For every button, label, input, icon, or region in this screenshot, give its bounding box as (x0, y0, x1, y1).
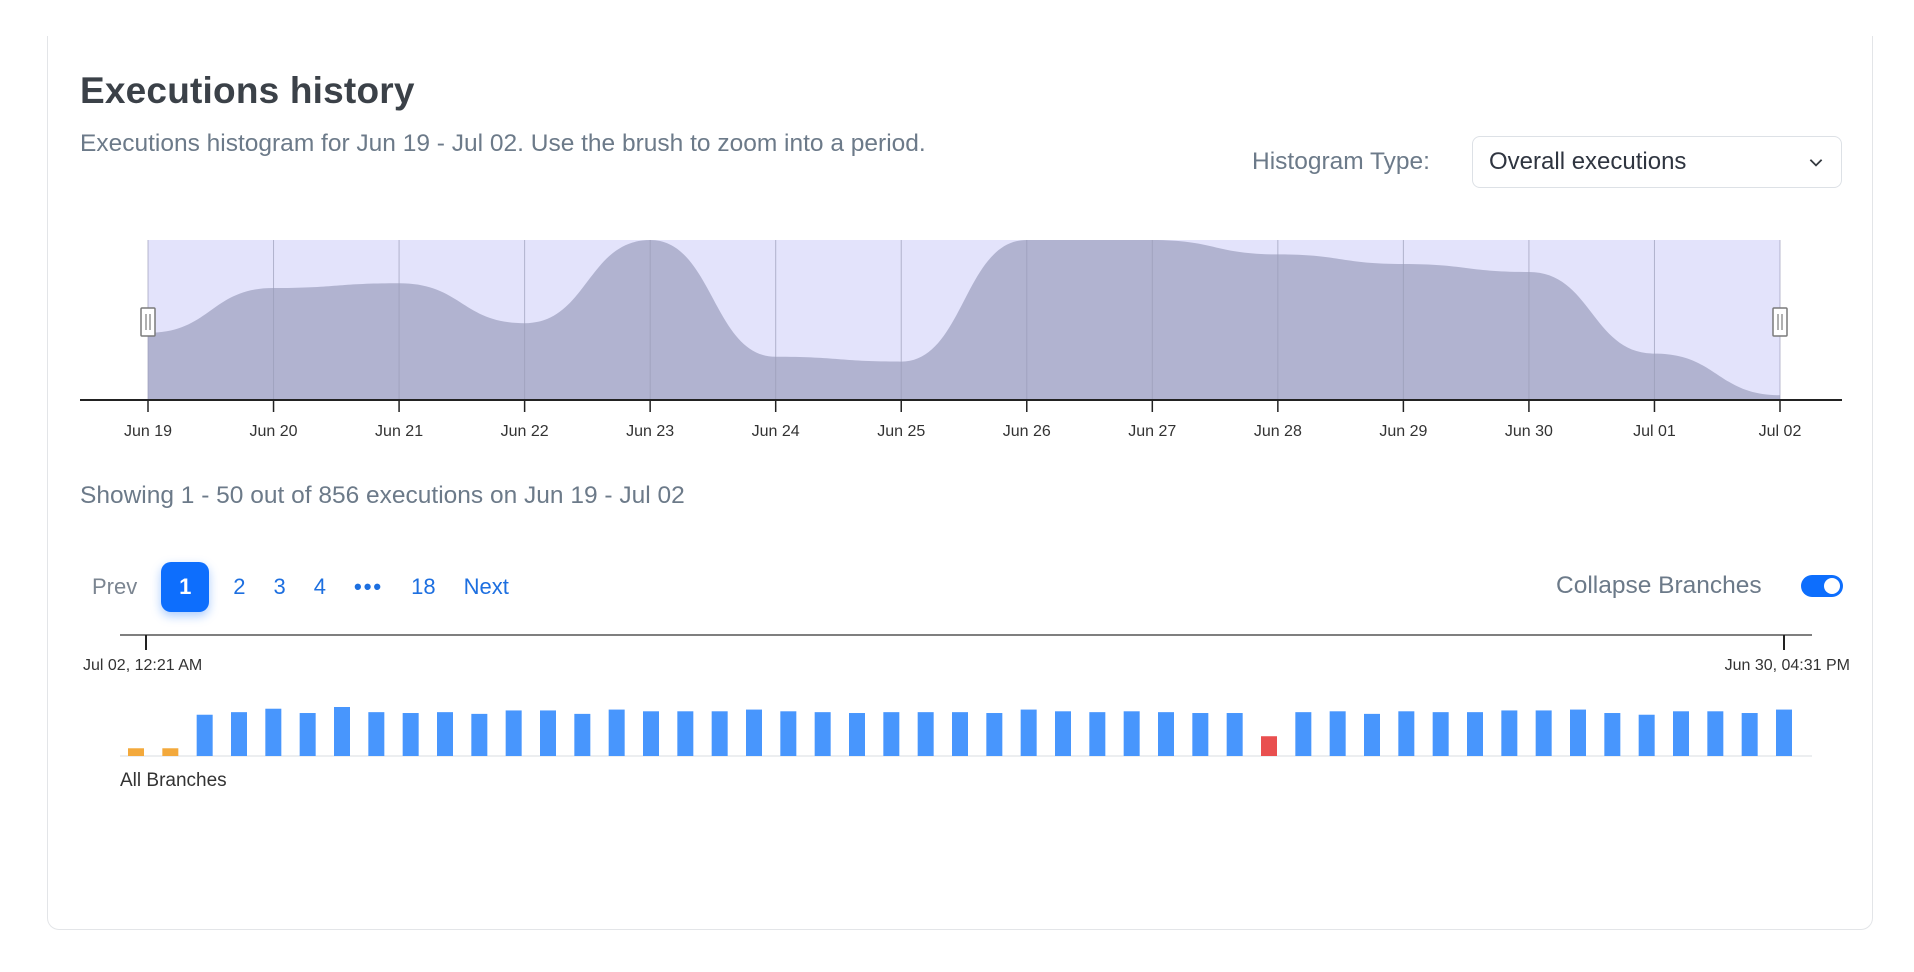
execution-bar[interactable] (1432, 712, 1449, 756)
showing-summary: Showing 1 - 50 out of 856 executions on … (80, 482, 685, 509)
brush-handle-right[interactable] (1772, 307, 1788, 337)
execution-bar[interactable] (917, 712, 934, 756)
execution-bar[interactable] (574, 713, 591, 756)
brush-handle-left[interactable] (140, 307, 156, 337)
timeline-end-label: Jun 30, 04:31 PM (1725, 657, 1850, 674)
execution-bar[interactable] (402, 713, 419, 756)
histogram-tick-label: Jun 26 (1003, 423, 1051, 440)
execution-bar[interactable] (265, 708, 282, 756)
execution-bar[interactable] (334, 707, 350, 756)
execution-bar[interactable] (1261, 736, 1277, 756)
execution-bar[interactable] (643, 711, 659, 756)
histogram-tick-label: Jun 27 (1128, 423, 1176, 440)
execution-bar[interactable] (1604, 713, 1621, 756)
execution-bar[interactable] (1570, 709, 1586, 756)
execution-bar[interactable] (780, 711, 797, 756)
execution-bar[interactable] (1501, 710, 1518, 756)
pagination: Prev 1 2 3 4 ••• 18 Next (80, 562, 523, 612)
execution-bar[interactable] (1089, 712, 1106, 756)
execution-bar[interactable] (1673, 711, 1689, 756)
toggle-knob (1824, 578, 1840, 594)
execution-bar[interactable] (368, 712, 385, 756)
histogram-tick-label: Jun 20 (250, 423, 298, 440)
execution-bar[interactable] (883, 712, 900, 756)
histogram-tick-label: Jun 24 (752, 423, 800, 440)
histogram-type-label: Histogram Type: (1252, 148, 1430, 175)
execution-bar[interactable] (162, 748, 179, 756)
execution-bar[interactable] (1226, 713, 1243, 756)
histogram-tick-label: Jun 22 (501, 423, 549, 440)
page-button-3[interactable]: 3 (260, 562, 300, 612)
execution-bar[interactable] (1123, 711, 1140, 756)
execution-bar[interactable] (986, 713, 1003, 756)
execution-bar[interactable] (1020, 709, 1037, 756)
histogram-tick-label: Jul 01 (1633, 423, 1676, 440)
execution-bar[interactable] (299, 713, 316, 756)
chevron-down-icon (1809, 159, 1823, 167)
timeline-start-label: Jul 02, 12:21 AM (83, 657, 202, 674)
executions-histogram-chart[interactable]: Jun 19 Jun 20 Jun 21 Jun 22 Jun 23 Jun 24 Jun … (0, 230, 1914, 460)
histogram-type-value: Overall executions (1489, 148, 1687, 175)
more-pages-button[interactable]: ••• (340, 562, 397, 612)
histogram-tick-label: Jun 28 (1254, 423, 1302, 440)
page-button-18[interactable]: 18 (397, 562, 449, 612)
histogram-tick-label: Jul 02 (1759, 423, 1802, 440)
execution-bar[interactable] (1535, 710, 1552, 756)
execution-bar[interactable] (231, 712, 247, 756)
execution-bar[interactable] (1364, 713, 1380, 756)
collapse-branches-toggle[interactable] (1801, 575, 1843, 597)
all-branches-label: All Branches (120, 770, 227, 791)
histogram-type-select[interactable]: Overall executions (1472, 136, 1842, 188)
page-title: Executions history (80, 70, 415, 111)
histogram-tick-label: Jun 25 (877, 423, 925, 440)
execution-bar[interactable] (952, 712, 968, 756)
execution-bar[interactable] (196, 714, 213, 756)
next-page-button[interactable]: Next (450, 562, 523, 612)
prev-page-button[interactable]: Prev (80, 562, 151, 612)
execution-bar[interactable] (505, 710, 522, 756)
histogram-tick-label: Jun 30 (1505, 423, 1553, 440)
execution-bar[interactable] (1707, 711, 1724, 756)
execution-bar[interactable] (471, 713, 488, 756)
execution-bar[interactable] (128, 748, 144, 756)
execution-bar[interactable] (1741, 713, 1758, 756)
histogram-description: Executions histogram for Jun 19 - Jul 02… (80, 130, 926, 157)
execution-bar[interactable] (1192, 713, 1209, 756)
execution-bar[interactable] (1398, 711, 1415, 756)
execution-bar[interactable] (608, 709, 625, 756)
execution-bar[interactable] (540, 710, 556, 756)
histogram-tick-label: Jun 29 (1379, 423, 1427, 440)
executions-timeline-chart: Jul 02, 12:21 AM Jun 30, 04:31 PM (83, 634, 1850, 757)
execution-bar[interactable] (1158, 712, 1174, 756)
execution-bar[interactable] (1776, 709, 1792, 756)
execution-bar[interactable] (849, 713, 865, 756)
execution-bar[interactable] (437, 712, 453, 756)
execution-bar[interactable] (1638, 714, 1655, 756)
page-button-2[interactable]: 2 (219, 562, 259, 612)
page-button-1[interactable]: 1 (161, 562, 210, 612)
histogram-tick-label: Jun 19 (124, 423, 172, 440)
execution-bar[interactable] (1055, 711, 1071, 756)
execution-bar[interactable] (1467, 712, 1483, 756)
execution-bar[interactable] (746, 709, 762, 756)
histogram-tick-label: Jun 21 (375, 423, 423, 440)
execution-bar[interactable] (711, 711, 728, 756)
collapse-branches-label: Collapse Branches (1556, 572, 1762, 599)
execution-bar[interactable] (1295, 712, 1312, 756)
histogram-tick-label: Jun 23 (626, 423, 674, 440)
execution-bar[interactable] (1329, 711, 1346, 756)
execution-bar[interactable] (677, 711, 694, 756)
execution-bar[interactable] (814, 712, 831, 756)
page-button-4[interactable]: 4 (300, 562, 340, 612)
